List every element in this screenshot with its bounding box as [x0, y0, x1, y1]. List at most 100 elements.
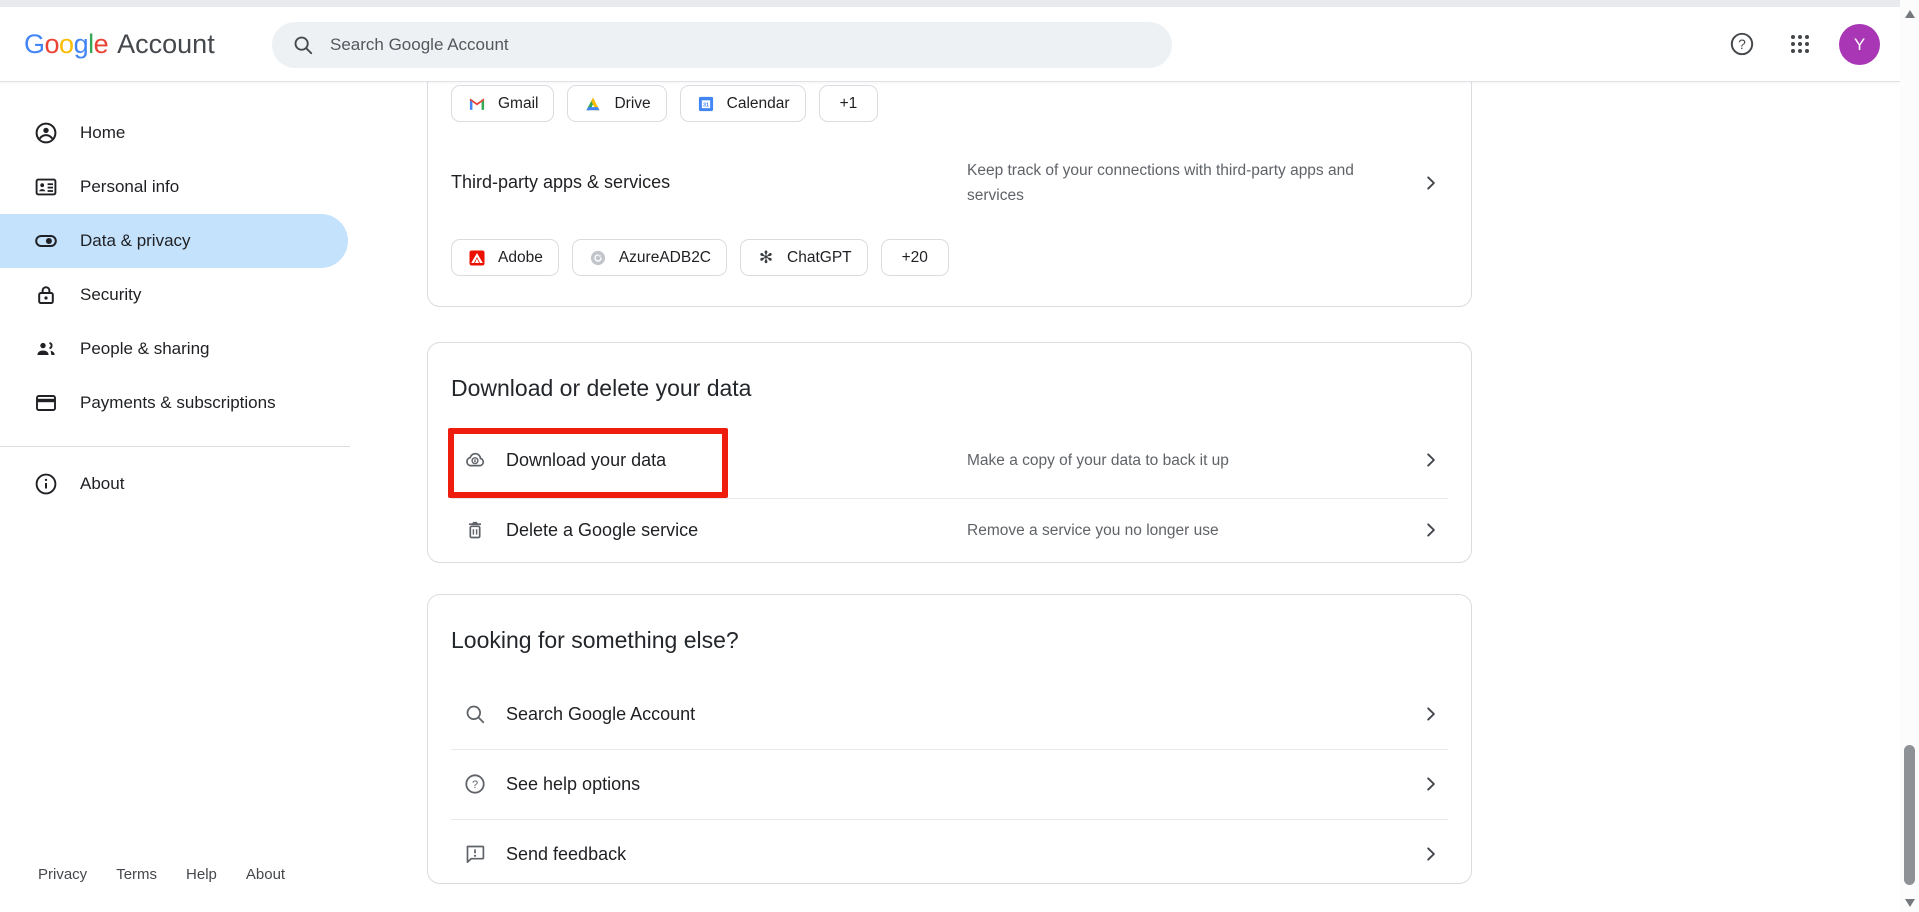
footer-link-help[interactable]: Help: [186, 866, 217, 883]
footer-link-about[interactable]: About: [246, 866, 285, 883]
row-label: Send feedback: [506, 844, 626, 865]
chip-gmail[interactable]: Gmail: [451, 85, 554, 122]
chevron-right-icon: [1419, 518, 1443, 542]
third-party-row-description: Keep track of your connections with thir…: [967, 158, 1412, 208]
people-icon: [34, 337, 58, 361]
chevron-right-icon: [1419, 448, 1443, 472]
chip-label: Calendar: [727, 95, 790, 113]
chip-label: Drive: [614, 95, 650, 113]
chip-label: ChatGPT: [787, 249, 852, 267]
scroll-up-arrow[interactable]: [1905, 10, 1915, 18]
adobe-icon: [467, 248, 487, 268]
chip-azureadb2c[interactable]: AzureADB2C: [572, 239, 727, 276]
sidebar-item-label: Security: [80, 285, 141, 305]
svg-text:?: ?: [472, 779, 478, 791]
gmail-icon: [467, 94, 487, 114]
svg-text:31: 31: [703, 102, 709, 108]
download-your-data-row[interactable]: Download your data Make a copy of your d…: [451, 425, 1448, 495]
search-google-account-row[interactable]: Search Google Account: [451, 679, 1448, 749]
top-edge-strip: [0, 0, 1919, 7]
chip-label: +1: [840, 95, 858, 113]
lock-icon: [34, 283, 58, 307]
sidebar-item-payments[interactable]: Payments & subscriptions: [0, 376, 348, 430]
row-label: See help options: [506, 774, 640, 795]
chevron-right-icon: [1419, 772, 1443, 796]
chip-label: Adobe: [498, 249, 543, 267]
logo-letter: o: [45, 29, 60, 60]
account-avatar[interactable]: Y: [1839, 24, 1880, 65]
avatar-letter: Y: [1854, 35, 1865, 55]
calendar-icon: 31: [696, 94, 716, 114]
card-title: Download or delete your data: [451, 375, 751, 402]
sidebar-nav: Home Personal info Data & privacy Securi…: [0, 82, 350, 511]
chip-adobe[interactable]: Adobe: [451, 239, 559, 276]
chip-chatgpt[interactable]: ✻ ChatGPT: [740, 239, 868, 276]
download-delete-card: Download or delete your data Download yo…: [427, 342, 1472, 563]
chip-label: AzureADB2C: [619, 249, 711, 267]
help-button[interactable]: ?: [1722, 24, 1762, 64]
sidebar-item-label: People & sharing: [80, 339, 209, 359]
vertical-scrollbar[interactable]: [1900, 0, 1919, 912]
sidebar-item-data-privacy[interactable]: Data & privacy: [0, 214, 348, 268]
account-circle-icon: [34, 121, 58, 145]
logo-letter: g: [74, 29, 89, 60]
footer-link-terms[interactable]: Terms: [116, 866, 157, 883]
looking-for-card: Looking for something else? Search Googl…: [427, 594, 1472, 884]
third-party-row-label[interactable]: Third-party apps & services: [451, 172, 670, 193]
search-placeholder: Search Google Account: [330, 35, 509, 55]
chevron-right-icon[interactable]: [1419, 171, 1443, 195]
scroll-down-arrow[interactable]: [1905, 899, 1915, 907]
chevron-right-icon: [1419, 842, 1443, 866]
help-icon: ?: [463, 772, 487, 796]
svg-text:?: ?: [1738, 37, 1746, 52]
logo-letter: G: [24, 29, 45, 60]
google-apps-button[interactable]: [1780, 24, 1820, 64]
see-help-options-row[interactable]: ? See help options: [451, 749, 1448, 819]
service-chip-row: Gmail Drive 31 Calendar +1: [451, 85, 878, 122]
sidebar-item-label: Data & privacy: [80, 231, 191, 251]
chip-drive[interactable]: Drive: [567, 85, 666, 122]
sidebar-item-personal-info[interactable]: Personal info: [0, 160, 348, 214]
chatgpt-icon: ✻: [756, 248, 776, 268]
cloud-download-icon: [463, 448, 487, 472]
card-title: Looking for something else?: [451, 627, 739, 654]
chip-calendar[interactable]: 31 Calendar: [680, 85, 806, 122]
app-chip-row: Adobe AzureADB2C ✻ ChatGPT +20: [451, 239, 949, 276]
scrollbar-thumb[interactable]: [1904, 745, 1915, 885]
footer-links: Privacy Terms Help About: [38, 866, 285, 883]
send-feedback-row[interactable]: Send feedback: [451, 819, 1448, 889]
feedback-icon: [463, 842, 487, 866]
row-description: Remove a service you no longer use: [967, 518, 1407, 543]
sidebar-item-home[interactable]: Home: [0, 106, 348, 160]
delete-google-service-row[interactable]: Delete a Google service Remove a service…: [451, 495, 1448, 565]
sidebar-item-label: Personal info: [80, 177, 179, 197]
app-header: Google Account Search Google Account ? Y: [0, 7, 1900, 82]
chip-more-services[interactable]: +1: [819, 85, 879, 122]
row-label: Delete a Google service: [506, 520, 698, 541]
row-description: Make a copy of your data to back it up: [967, 448, 1407, 473]
chip-label: +20: [902, 249, 928, 267]
logo-letter: o: [59, 29, 74, 60]
chip-more-apps[interactable]: +20: [881, 239, 949, 276]
sidebar-item-label: Home: [80, 123, 125, 143]
chevron-right-icon: [1419, 702, 1443, 726]
sidebar-divider: [0, 446, 350, 447]
logo-product-name: Account: [117, 29, 215, 60]
footer-link-privacy[interactable]: Privacy: [38, 866, 87, 883]
chip-label: Gmail: [498, 95, 538, 113]
apps-grid-icon: [1788, 32, 1812, 56]
toggle-icon: [34, 229, 58, 253]
contact-card-icon: [34, 175, 58, 199]
search-input[interactable]: Search Google Account: [272, 22, 1172, 68]
sidebar-item-people-sharing[interactable]: People & sharing: [0, 322, 348, 376]
sidebar-item-label: Payments & subscriptions: [80, 393, 276, 413]
sidebar-item-about[interactable]: About: [0, 457, 348, 511]
azure-adb2c-icon: [588, 248, 608, 268]
row-label: Search Google Account: [506, 704, 695, 725]
google-account-logo[interactable]: Google Account: [24, 7, 215, 82]
row-label: Download your data: [506, 450, 666, 471]
sidebar-item-security[interactable]: Security: [0, 268, 348, 322]
info-icon: [34, 472, 58, 496]
trash-icon: [463, 518, 487, 542]
drive-icon: [583, 94, 603, 114]
